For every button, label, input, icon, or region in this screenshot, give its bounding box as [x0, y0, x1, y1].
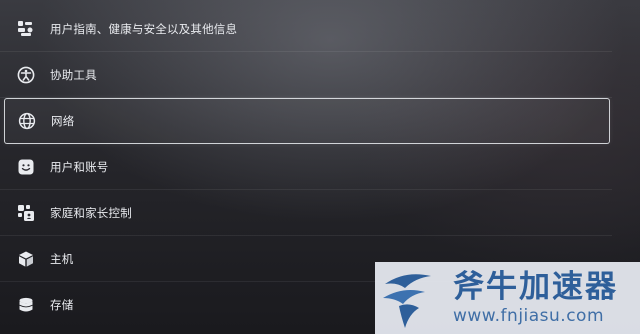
watermark-url: www.fnjiasu.com [453, 306, 605, 326]
menu-item-user-guide[interactable]: 用户指南、健康与安全以及其他信息 [0, 6, 640, 52]
family-controls-icon [16, 203, 36, 223]
menu-item-family-parental-controls[interactable]: 家庭和家长控制 [0, 190, 640, 236]
menu-item-label: 用户指南、健康与安全以及其他信息 [50, 22, 238, 36]
watermark: 斧牛加速器 www.fnjiasu.com [375, 262, 640, 334]
watermark-text: 斧牛加速器 www.fnjiasu.com [453, 269, 618, 327]
storage-cylinder-icon [16, 295, 36, 315]
smiley-face-icon [16, 157, 36, 177]
menu-item-label: 协助工具 [50, 68, 97, 82]
menu-item-network[interactable]: 网络 [4, 98, 610, 144]
menu-item-label: 网络 [51, 114, 75, 128]
brand-logo-icon [375, 262, 447, 334]
menu-item-label: 主机 [50, 252, 74, 266]
menu-item-label: 存储 [50, 298, 74, 312]
info-blocks-icon [16, 19, 36, 39]
globe-icon [17, 111, 37, 131]
menu-item-users-accounts[interactable]: 用户和账号 [0, 144, 640, 190]
menu-item-label: 家庭和家长控制 [50, 206, 132, 220]
menu-item-accessibility[interactable]: 协助工具 [0, 52, 640, 98]
console-cube-icon [16, 249, 36, 269]
accessibility-icon [16, 65, 36, 85]
menu-item-label: 用户和账号 [50, 160, 109, 174]
watermark-brand-name: 斧牛加速器 [453, 269, 618, 305]
